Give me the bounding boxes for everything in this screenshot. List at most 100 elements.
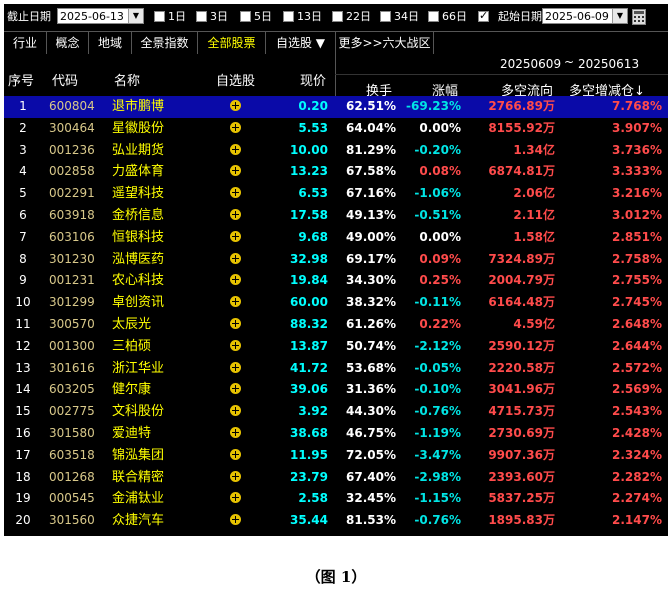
- period-checkbox-13d[interactable]: [283, 11, 294, 22]
- plus-circle-icon[interactable]: [229, 492, 241, 504]
- add-watchlist-button[interactable]: [225, 249, 245, 271]
- add-watchlist-button[interactable]: [225, 510, 245, 532]
- long-short-flow: 1.34亿: [513, 142, 555, 157]
- period-checkbox-3d[interactable]: [196, 11, 207, 22]
- add-watchlist-button[interactable]: [225, 445, 245, 467]
- table-row[interactable]: 9 001231 农心科技 19.84 34.30% 0.25% 2004.79万 2.755…: [4, 270, 668, 292]
- plus-circle-icon[interactable]: [229, 448, 241, 460]
- table-row[interactable]: 1 600804 退市鹏博 0.20 62.51% -69.23% 2766.89万 7.76…: [4, 96, 668, 118]
- add-watchlist-button[interactable]: [225, 336, 245, 358]
- table-row[interactable]: 19 000545 金浦钛业 2.58 32.45% -1.15% 5837.25万 2.27…: [4, 488, 668, 510]
- plus-circle-icon[interactable]: [229, 383, 241, 395]
- add-watchlist-button[interactable]: [225, 227, 245, 249]
- table-row[interactable]: 11 300570 太辰光 88.32 61.26% 0.22% 4.59亿 2.648%: [4, 314, 668, 336]
- plus-circle-icon[interactable]: [229, 252, 241, 264]
- price-change: -0.11%: [414, 295, 461, 310]
- period-checkbox-34d[interactable]: [380, 11, 391, 22]
- plus-circle-icon[interactable]: [229, 230, 241, 242]
- plus-circle-icon[interactable]: [229, 165, 241, 177]
- add-watchlist-button[interactable]: [225, 379, 245, 401]
- plus-circle-icon[interactable]: [229, 296, 241, 308]
- plus-circle-icon[interactable]: [229, 208, 241, 220]
- tab-panorama-index[interactable]: 全景指数: [132, 32, 198, 54]
- category-tab-bar: 行业 概念 地域 全景指数 全部股票 自选股 ▼ 更多>>六大战区: [4, 31, 668, 55]
- period-checkbox-22d[interactable]: [332, 11, 343, 22]
- add-watchlist-button[interactable]: [225, 401, 245, 423]
- tab-industry[interactable]: 行业: [4, 32, 47, 54]
- stock-name: 遥望科技: [112, 186, 165, 202]
- add-watchlist-button[interactable]: [225, 96, 245, 118]
- end-date-input[interactable]: 2025-06-13 ▼: [57, 8, 144, 24]
- long-short-increase: 3.736%: [612, 142, 662, 157]
- table-row[interactable]: 12 001300 三柏硕 13.87 50.74% -2.12% 2590.12万 2.64…: [4, 336, 668, 358]
- tab-more-six-zones[interactable]: 更多>>六大战区: [336, 32, 434, 54]
- stock-code: 001236: [49, 142, 95, 157]
- plus-circle-icon[interactable]: [229, 514, 241, 526]
- table-row[interactable]: 10 301299 卓创资讯 60.00 38.32% -0.11% 6164.48万 2.7…: [4, 292, 668, 314]
- add-watchlist-button[interactable]: [225, 488, 245, 510]
- turnover-rate: 34.30%: [346, 273, 396, 288]
- add-watchlist-button[interactable]: [225, 358, 245, 380]
- col-header-code[interactable]: 代码: [52, 70, 78, 89]
- plus-circle-icon[interactable]: [229, 405, 241, 417]
- period-checkbox-5d[interactable]: [240, 11, 251, 22]
- col-header-index[interactable]: 序号: [8, 70, 34, 89]
- add-watchlist-button[interactable]: [225, 467, 245, 489]
- period-checkbox-66d[interactable]: [428, 11, 439, 22]
- plus-circle-icon[interactable]: [229, 426, 241, 438]
- tab-region[interactable]: 地域: [89, 32, 132, 54]
- calculator-icon[interactable]: [632, 9, 646, 25]
- col-header-watchlist[interactable]: 自选股: [216, 70, 255, 89]
- add-watchlist-button[interactable]: [225, 205, 245, 227]
- tab-concept[interactable]: 概念: [47, 32, 89, 54]
- plus-circle-icon[interactable]: [229, 361, 241, 373]
- long-short-increase: 3.216%: [612, 186, 662, 201]
- table-row[interactable]: 4 002858 力盛体育 13.23 67.58% 0.08% 6874.81万 3.333…: [4, 161, 668, 183]
- table-row[interactable]: 5 002291 遥望科技 6.53 67.16% -1.06% 2.06亿 3.216%: [4, 183, 668, 205]
- price-change: -0.10%: [414, 382, 461, 397]
- tab-watchlist[interactable]: 自选股 ▼: [266, 32, 336, 54]
- chevron-down-icon[interactable]: ▼: [128, 9, 143, 23]
- table-row[interactable]: 20 301560 众捷汽车 35.44 81.53% -0.76% 1895.83万 2.1…: [4, 510, 668, 532]
- plus-circle-icon[interactable]: [229, 143, 241, 155]
- table-row[interactable]: 7 603106 恒银科技 9.68 49.00% 0.00% 1.58亿 2.851%: [4, 227, 668, 249]
- col-header-price[interactable]: 现价: [300, 70, 326, 89]
- plus-circle-icon[interactable]: [229, 121, 241, 133]
- table-row[interactable]: 8 301230 泓博医药 32.98 69.17% 0.09% 7324.89万 2.758…: [4, 249, 668, 271]
- table-row[interactable]: 18 001268 联合精密 23.79 67.40% -2.98% 2393.60万 2.2…: [4, 467, 668, 489]
- table-row[interactable]: 3 001236 弘业期货 10.00 81.29% -0.20% 1.34亿 3.736%: [4, 140, 668, 162]
- add-watchlist-button[interactable]: [225, 118, 245, 140]
- col-header-name[interactable]: 名称: [114, 70, 140, 89]
- add-watchlist-button[interactable]: [225, 161, 245, 183]
- table-row[interactable]: 6 603918 金桥信息 17.58 49.13% -0.51% 2.11亿 3.012%: [4, 205, 668, 227]
- plus-circle-icon[interactable]: [229, 274, 241, 286]
- chevron-down-icon[interactable]: ▼: [612, 9, 627, 23]
- plus-circle-icon[interactable]: [229, 100, 241, 111]
- plus-circle-icon[interactable]: [229, 187, 241, 199]
- plus-circle-icon[interactable]: [229, 317, 241, 329]
- tab-all-stocks[interactable]: 全部股票: [198, 32, 266, 54]
- period-checkbox-1d[interactable]: [154, 11, 165, 22]
- table-row[interactable]: 14 603205 健尔康 39.06 31.36% -0.10% 3041.96万 2.56…: [4, 379, 668, 401]
- stock-code: 301560: [49, 513, 95, 528]
- stock-code: 301580: [49, 425, 95, 440]
- plus-circle-icon[interactable]: [229, 470, 241, 482]
- table-row[interactable]: 17 603518 锦泓集团 11.95 72.05% -3.47% 9907.36万 2.3…: [4, 445, 668, 467]
- stock-name: 联合精密: [112, 469, 165, 485]
- add-watchlist-button[interactable]: [225, 314, 245, 336]
- start-date-checkbox[interactable]: [478, 9, 489, 22]
- header-divider: [335, 54, 336, 96]
- table-row[interactable]: 16 301580 爱迪特 38.68 46.75% -1.19% 2730.69万 2.42…: [4, 423, 668, 445]
- add-watchlist-button[interactable]: [225, 270, 245, 292]
- add-watchlist-button[interactable]: [225, 423, 245, 445]
- price-change: -0.76%: [414, 404, 461, 419]
- plus-circle-icon[interactable]: [229, 339, 241, 351]
- table-row[interactable]: 15 002775 文科股份 3.92 44.30% -0.76% 4715.73万 2.54…: [4, 401, 668, 423]
- add-watchlist-button[interactable]: [225, 183, 245, 205]
- table-row[interactable]: 13 301616 浙江华业 41.72 53.68% -0.05% 2220.58万 2.5…: [4, 358, 668, 380]
- add-watchlist-button[interactable]: [225, 292, 245, 314]
- start-date-input[interactable]: 2025-06-09 ▼: [542, 8, 628, 24]
- table-row[interactable]: 2 300464 星徽股份 5.53 64.04% 0.00% 8155.92万 3.907%: [4, 118, 668, 140]
- long-short-flow: 5837.25万: [488, 491, 555, 506]
- add-watchlist-button[interactable]: [225, 140, 245, 162]
